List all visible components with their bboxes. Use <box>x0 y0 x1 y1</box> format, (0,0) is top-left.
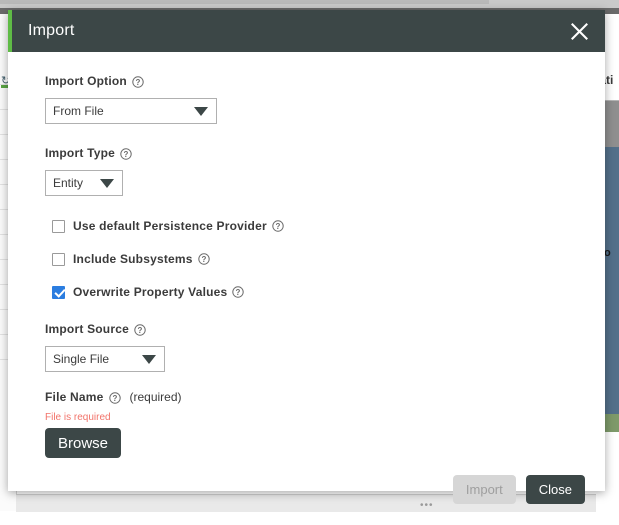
help-circle-icon[interactable]: ? <box>134 323 146 336</box>
import-option-select[interactable]: From File <box>45 98 217 124</box>
import-option-label-text: Import Option <box>45 74 127 88</box>
import-dialog: Import Import Option ? From File Import … <box>8 10 605 504</box>
help-circle-icon[interactable]: ? <box>120 147 132 160</box>
checkbox-label-text: Overwrite Property Values <box>73 285 228 299</box>
help-circle-icon[interactable]: ? <box>272 220 284 232</box>
svg-text:?: ? <box>236 288 241 297</box>
checkbox-box[interactable] <box>52 252 65 266</box>
caret-down-icon <box>100 178 114 188</box>
svg-text:?: ? <box>201 255 206 264</box>
import-type-label: Import Type ? <box>45 146 605 161</box>
svg-text:?: ? <box>138 326 143 335</box>
checkbox-label-text: Include Subsystems <box>73 252 193 266</box>
file-name-label: File Name ? (required) <box>45 390 605 405</box>
dialog-accent-bar <box>8 10 12 52</box>
import-type-select[interactable]: Entity <box>45 170 123 196</box>
checkbox-include-subsystems[interactable]: Include Subsystems ? <box>52 251 605 267</box>
browse-button[interactable]: Browse <box>45 428 122 458</box>
field-import-type: Import Type ? Entity <box>45 146 605 196</box>
checkbox-label: Overwrite Property Values ? <box>73 285 245 299</box>
checkbox-label: Use default Persistence Provider ? <box>73 219 284 233</box>
import-source-label-text: Import Source <box>45 322 129 336</box>
checkbox-box[interactable] <box>52 285 65 299</box>
import-option-label: Import Option ? <box>45 74 605 89</box>
file-name-label-text: File Name <box>45 390 104 404</box>
field-file-name: File Name ? (required) File is required … <box>45 390 605 458</box>
help-circle-icon[interactable]: ? <box>132 75 144 88</box>
help-circle-icon[interactable]: ? <box>108 391 121 404</box>
svg-text:?: ? <box>275 222 280 231</box>
checkbox-label-text: Use default Persistence Provider <box>73 219 267 233</box>
caret-down-icon <box>142 354 156 364</box>
svg-text:?: ? <box>135 78 140 87</box>
import-source-value: Single File <box>53 352 110 366</box>
dialog-body: Import Option ? From File Import Type ? … <box>8 52 605 458</box>
close-icon[interactable] <box>565 17 593 45</box>
checkbox-overwrite-property-values[interactable]: Overwrite Property Values ? <box>52 284 605 300</box>
import-source-label: Import Source ? <box>45 322 605 337</box>
help-circle-icon[interactable]: ? <box>232 286 245 298</box>
import-type-value: Entity <box>53 176 84 190</box>
checkbox-use-default-persistence-provider[interactable]: Use default Persistence Provider ? <box>52 218 605 234</box>
background-toolbar-segment <box>0 0 489 4</box>
checkbox-box[interactable] <box>52 219 65 233</box>
dialog-header: Import <box>8 10 605 52</box>
checkbox-group: Use default Persistence Provider ? Inclu… <box>45 218 605 300</box>
checkbox-label: Include Subsystems ? <box>73 252 210 266</box>
import-option-value: From File <box>53 104 104 118</box>
file-name-required-note: (required) <box>129 390 182 404</box>
caret-down-icon <box>194 106 208 116</box>
dialog-title: Import <box>28 22 75 39</box>
import-button[interactable]: Import <box>452 474 516 504</box>
import-type-label-text: Import Type <box>45 146 115 160</box>
field-import-source: Import Source ? Single File <box>45 322 605 372</box>
help-circle-icon[interactable]: ? <box>197 253 210 265</box>
close-button[interactable]: Close <box>525 474 585 504</box>
file-name-error-message: File is required <box>45 412 111 423</box>
field-import-option: Import Option ? From File <box>45 74 605 124</box>
svg-text:?: ? <box>124 150 129 159</box>
import-source-select[interactable]: Single File <box>45 346 165 372</box>
svg-text:?: ? <box>112 394 117 403</box>
